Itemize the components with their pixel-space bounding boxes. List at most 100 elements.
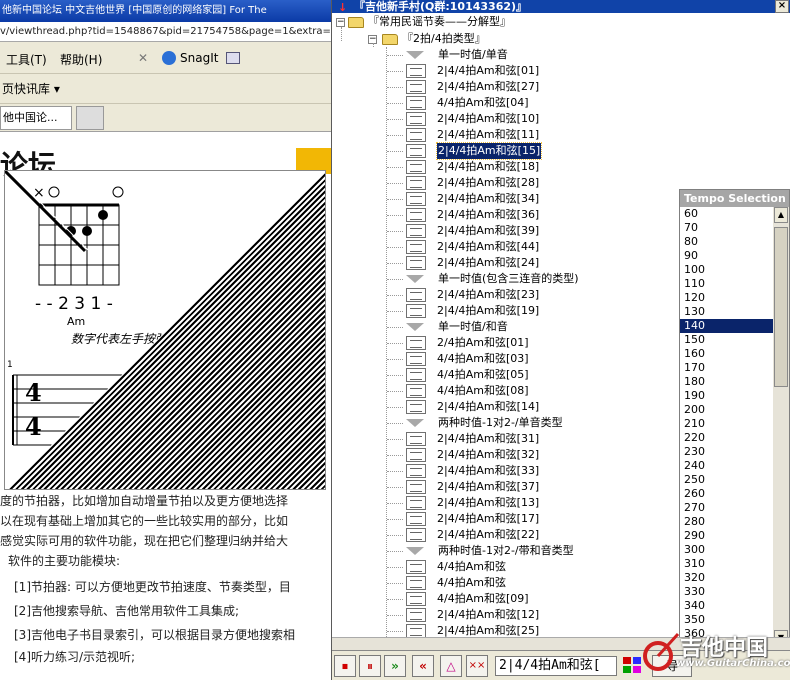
- rhythm-file-icon: [406, 496, 426, 510]
- tree-section[interactable]: 单一时值/单音: [332, 47, 678, 63]
- tree-section[interactable]: 单一时值(包含三连音的类型): [332, 271, 678, 287]
- tree-item[interactable]: 2|4/4拍Am和弦[12]: [332, 607, 678, 623]
- song-name-field[interactable]: 2|4/4拍Am和弦[: [495, 656, 617, 676]
- tempo-option[interactable]: 220: [680, 431, 773, 445]
- tempo-option[interactable]: 70: [680, 221, 773, 235]
- tuner-button[interactable]: △: [440, 655, 462, 677]
- tree-item[interactable]: 2|4/4拍Am和弦[17]: [332, 511, 678, 527]
- tempo-option[interactable]: 120: [680, 291, 773, 305]
- tree-section[interactable]: 两种时值-1对2-/单音类型: [332, 415, 678, 431]
- tempo-option[interactable]: 210: [680, 417, 773, 431]
- browser-tab[interactable]: 他中国论...: [0, 106, 72, 130]
- tree-item[interactable]: 2|4/4拍Am和弦[39]: [332, 223, 678, 239]
- menu-snagit[interactable]: SnagIt: [180, 51, 218, 65]
- tree-item[interactable]: 2|4/4拍Am和弦[13]: [332, 495, 678, 511]
- tempo-option[interactable]: 60: [680, 207, 773, 221]
- tempo-option[interactable]: 240: [680, 459, 773, 473]
- tree-item-label: 4/4拍Am和弦[09]: [437, 592, 529, 605]
- tree-item[interactable]: 2|4/4拍Am和弦[36]: [332, 207, 678, 223]
- tree-item[interactable]: 2|4/4拍Am和弦[27]: [332, 79, 678, 95]
- quick-links[interactable]: 页快讯库 ▾: [0, 82, 60, 96]
- tempo-option[interactable]: 80: [680, 235, 773, 249]
- tree-item[interactable]: 4/4拍Am和弦[03]: [332, 351, 678, 367]
- tree-item[interactable]: 4/4拍Am和弦[04]: [332, 95, 678, 111]
- section-triangle-icon: [406, 275, 424, 283]
- tree-guide-line: [387, 87, 403, 88]
- tempo-option[interactable]: 250: [680, 473, 773, 487]
- tempo-option[interactable]: 230: [680, 445, 773, 459]
- tree-item[interactable]: 4/4拍Am和弦[08]: [332, 383, 678, 399]
- pause-button[interactable]: ⏸: [359, 655, 381, 677]
- tempo-option[interactable]: 200: [680, 403, 773, 417]
- tree-item[interactable]: 2|4/4拍Am和弦[11]: [332, 127, 678, 143]
- tempo-option[interactable]: 170: [680, 361, 773, 375]
- tempo-option[interactable]: 280: [680, 515, 773, 529]
- tempo-option[interactable]: 300: [680, 543, 773, 557]
- collapse-toggle[interactable]: −: [336, 18, 345, 27]
- menu-tools[interactable]: 工具(T): [6, 51, 47, 68]
- tree-item[interactable]: 4/4拍Am和弦[05]: [332, 367, 678, 383]
- tree-item[interactable]: 2|4/4拍Am和弦[15]: [332, 142, 678, 160]
- tree-item[interactable]: 2|4/4拍Am和弦[14]: [332, 399, 678, 415]
- tree-root[interactable]: − 『常用民谣节奏——分解型』: [332, 14, 652, 30]
- tree-item[interactable]: 4/4拍Am和弦[09]: [332, 591, 678, 607]
- tree-item[interactable]: 4/4拍Am和弦: [332, 575, 678, 591]
- tree-item[interactable]: 4/4拍Am和弦: [332, 559, 678, 575]
- tree-item[interactable]: 2|4/4拍Am和弦[37]: [332, 479, 678, 495]
- scroll-thumb[interactable]: [774, 227, 788, 387]
- tree-item[interactable]: 2|4/4拍Am和弦[28]: [332, 175, 678, 191]
- tempo-scrollbar[interactable]: ▲ ▼: [773, 207, 789, 646]
- tempo-option[interactable]: 290: [680, 529, 773, 543]
- rhythm-file-icon: [406, 624, 426, 638]
- tree-item[interactable]: 2|4/4拍Am和弦[34]: [332, 191, 678, 207]
- tempo-option[interactable]: 110: [680, 277, 773, 291]
- scroll-up-arrow-icon[interactable]: ▲: [774, 207, 788, 223]
- browser-tab-empty[interactable]: [76, 106, 104, 130]
- tree-item-label: 2|4/4拍Am和弦[44]: [437, 240, 540, 253]
- tree-item[interactable]: 2|4/4拍Am和弦[23]: [332, 287, 678, 303]
- tree-item[interactable]: 2|4/4拍Am和弦[10]: [332, 111, 678, 127]
- tree-item[interactable]: 2/4拍Am和弦[01]: [332, 335, 678, 351]
- rhythm-file-icon: [406, 352, 426, 366]
- capture-icon[interactable]: [226, 52, 240, 64]
- tree-group[interactable]: − 『2拍/4拍类型』: [332, 31, 652, 47]
- tree-item[interactable]: 2|4/4拍Am和弦[18]: [332, 159, 678, 175]
- tempo-option[interactable]: 140: [680, 319, 773, 333]
- tree-item[interactable]: 2|4/4拍Am和弦[01]: [332, 63, 678, 79]
- tempo-option[interactable]: 190: [680, 389, 773, 403]
- tempo-option[interactable]: 180: [680, 375, 773, 389]
- tree-section[interactable]: 两种时值-1对2-/带和音类型: [332, 543, 678, 559]
- tempo-option[interactable]: 150: [680, 333, 773, 347]
- tree-section[interactable]: 单一时值/和音: [332, 319, 678, 335]
- tempo-list[interactable]: 60 70 80 90 100 110 120 130 140 150 160 170 180 190 20…: [680, 207, 773, 646]
- next-button[interactable]: »: [384, 655, 406, 677]
- close-x-icon[interactable]: ✕: [138, 51, 148, 65]
- tree-item[interactable]: 2|4/4拍Am和弦[31]: [332, 431, 678, 447]
- tree-item[interactable]: 2|4/4拍Am和弦[19]: [332, 303, 678, 319]
- prev-button[interactable]: «: [412, 655, 434, 677]
- tree-item[interactable]: 2|4/4拍Am和弦[22]: [332, 527, 678, 543]
- tree-item-label: 2|4/4拍Am和弦[27]: [437, 80, 540, 93]
- tempo-option[interactable]: 340: [680, 599, 773, 613]
- tempo-option[interactable]: 260: [680, 487, 773, 501]
- tempo-option[interactable]: 130: [680, 305, 773, 319]
- menu-help[interactable]: 帮助(H): [60, 51, 102, 68]
- close-button[interactable]: ×: [775, 0, 789, 13]
- tree-item[interactable]: 2|4/4拍Am和弦[44]: [332, 239, 678, 255]
- tool-window-titlebar[interactable]: ↓ 『吉他新手村(Q群:10143362)』 ×: [332, 0, 790, 14]
- tempo-option[interactable]: 310: [680, 557, 773, 571]
- tempo-option[interactable]: 270: [680, 501, 773, 515]
- tree-item[interactable]: 2|4/4拍Am和弦[32]: [332, 447, 678, 463]
- address-bar[interactable]: v/viewthread.php?tid=1548867&pid=2175475…: [0, 22, 332, 42]
- tempo-option[interactable]: 350: [680, 613, 773, 627]
- tempo-option[interactable]: 330: [680, 585, 773, 599]
- stop-button[interactable]: ⏹: [334, 655, 356, 677]
- tempo-option[interactable]: 100: [680, 263, 773, 277]
- tree-item[interactable]: 2|4/4拍Am和弦[33]: [332, 463, 678, 479]
- tree-item[interactable]: 2|4/4拍Am和弦[24]: [332, 255, 678, 271]
- tree-guide-line: [387, 519, 403, 520]
- tempo-option[interactable]: 160: [680, 347, 773, 361]
- tempo-option[interactable]: 320: [680, 571, 773, 585]
- mute-button[interactable]: ××: [466, 655, 488, 677]
- tempo-option[interactable]: 90: [680, 249, 773, 263]
